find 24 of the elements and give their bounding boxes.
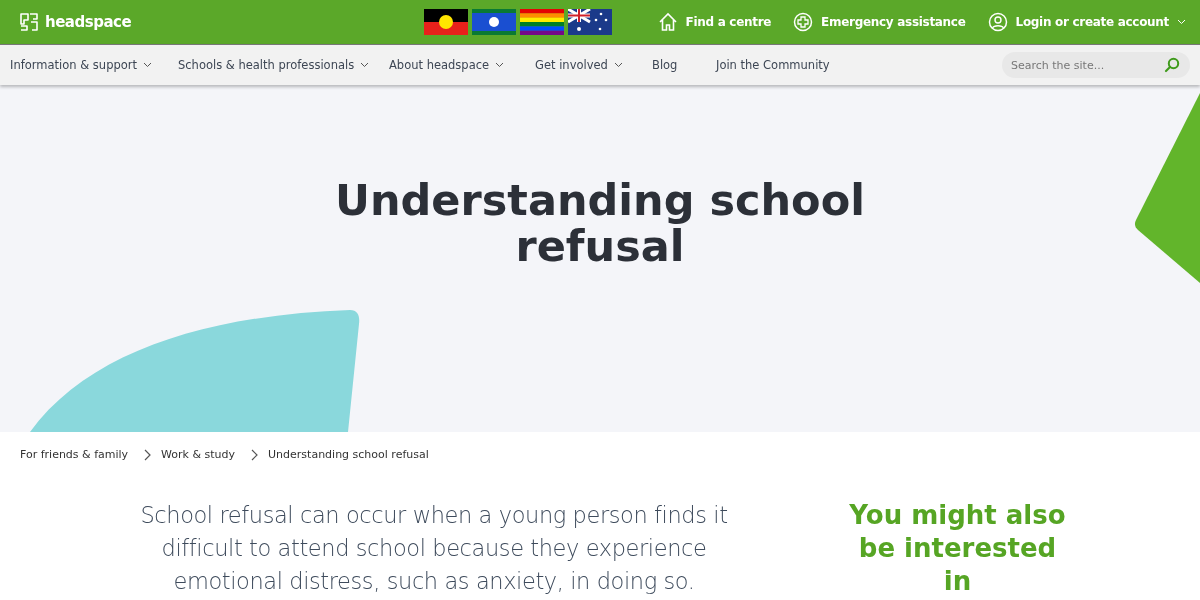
flag-icon <box>567 9 612 35</box>
home-icon <box>657 12 678 32</box>
flag-icon <box>471 9 516 35</box>
nav-link[interactable]: Blog <box>652 58 716 72</box>
chevron-right-icon <box>251 448 259 461</box>
page-title: Understanding school refusal <box>334 177 866 269</box>
search-field[interactable]: Search the site... <box>1002 52 1190 78</box>
nav-link[interactable]: Schools & health professionals <box>178 58 389 72</box>
intro-text: School refusal can occur when a young person finds it difficult to attend school because they experience emotional distress, such as anxiety, in doing so. <box>139 501 729 596</box>
breadcrumb-link[interactable]: Work & study <box>161 448 236 461</box>
flag-icon <box>423 9 468 35</box>
user-circle-icon <box>987 12 1008 32</box>
nav-link[interactable]: Get involved <box>535 58 652 72</box>
sidebar-heading: You might also be interested in <box>848 499 1067 598</box>
rainbow-flag-icon <box>519 9 564 35</box>
chevron-right-icon <box>144 448 152 461</box>
logo-icon <box>18 11 40 33</box>
nav-link[interactable]: About headspace <box>389 58 535 72</box>
search-icon[interactable] <box>1164 57 1180 73</box>
breadcrumb-link[interactable]: Understanding school refusal <box>268 448 429 461</box>
plus-circle-icon <box>793 12 814 32</box>
nav-link[interactable]: Information & support <box>10 58 178 72</box>
nav-link[interactable]: Join the Community <box>716 58 916 72</box>
breadcrumb-link[interactable]: For friends & family <box>20 448 129 461</box>
